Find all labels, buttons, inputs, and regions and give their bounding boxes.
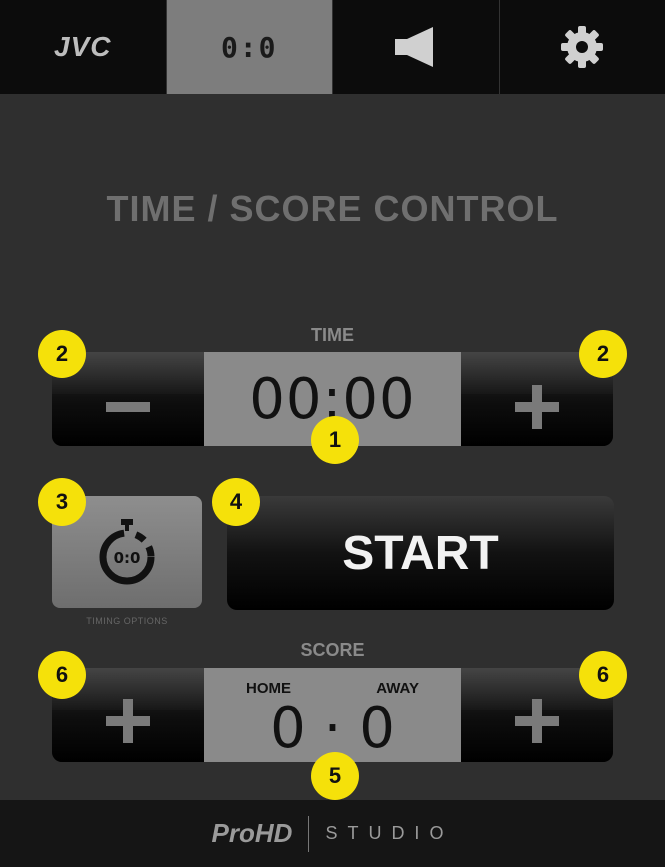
prohd-logo: ProHD (211, 818, 293, 848)
tab-bar: JVC 0:0 (0, 0, 665, 94)
stopwatch-text: 0:0 (114, 549, 141, 567)
stopwatch-icon: 0:0 (99, 519, 155, 585)
tab-settings[interactable] (500, 0, 665, 94)
callout-4: 4 (212, 478, 260, 526)
callout-1: 1 (311, 416, 359, 464)
score-label: SCORE (300, 640, 365, 660)
plus-icon (515, 699, 559, 743)
jvc-logo: JVC (54, 31, 112, 62)
tab-audio[interactable] (333, 0, 500, 94)
away-label: AWAY (376, 680, 419, 697)
speaker-icon (394, 27, 433, 67)
callout-6-right: 6 (579, 651, 627, 699)
footer: ProHD STUDIO (0, 800, 665, 867)
callout-6-left: 6 (38, 651, 86, 699)
callout-5: 5 (311, 752, 359, 800)
start-button[interactable]: START (227, 496, 614, 610)
plus-icon (106, 699, 150, 743)
callout-2-right: 2 (579, 330, 627, 378)
page-title: TIME / SCORE CONTROL (106, 188, 559, 229)
gear-icon (561, 26, 604, 68)
minus-icon (106, 402, 150, 412)
tab-score[interactable]: 0:0 (166, 0, 333, 94)
time-label: TIME (311, 325, 354, 345)
tab-score-label: 0:0 (220, 30, 278, 64)
callout-2-left: 2 (38, 330, 86, 378)
footer-divider (308, 815, 310, 852)
home-label: HOME (246, 680, 291, 697)
score-value: 0 · 0 (270, 695, 395, 761)
callout-3: 3 (38, 478, 86, 526)
plus-icon (515, 385, 559, 429)
studio-label: STUDIO (325, 823, 454, 843)
timing-options-label: TIMING OPTIONS (86, 616, 168, 626)
score-display: HOME AWAY 0 · 0 (204, 668, 461, 762)
tab-jvc[interactable]: JVC (0, 0, 167, 94)
score-control: HOME AWAY 0 · 0 (52, 668, 613, 762)
